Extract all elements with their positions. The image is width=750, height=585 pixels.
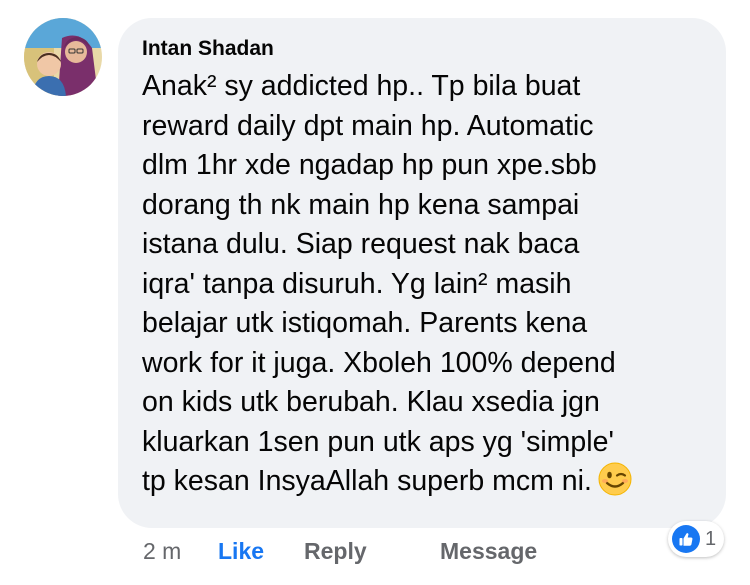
comment-author[interactable]: Intan Shadan [142,35,704,63]
profile-photo [24,18,102,96]
thumbs-up-icon [672,525,700,553]
reaction-count: 1 [705,527,717,550]
message-button[interactable]: Message [440,536,537,566]
comment-timestamp[interactable]: 2 m [143,536,181,566]
wink-emoji-icon [598,462,632,496]
comment-body: Anak² sy addicted hp.. Tp bila buat rewa… [142,67,704,502]
reply-button[interactable]: Reply [304,536,367,566]
avatar[interactable] [24,18,102,96]
comment-bubble: Intan Shadan Anak² sy addicted hp.. Tp b… [118,18,726,528]
reaction-summary[interactable]: 1 [668,521,725,557]
comment-text: Anak² sy addicted hp.. Tp bila buat rewa… [142,70,616,497]
like-button[interactable]: Like [218,536,264,566]
